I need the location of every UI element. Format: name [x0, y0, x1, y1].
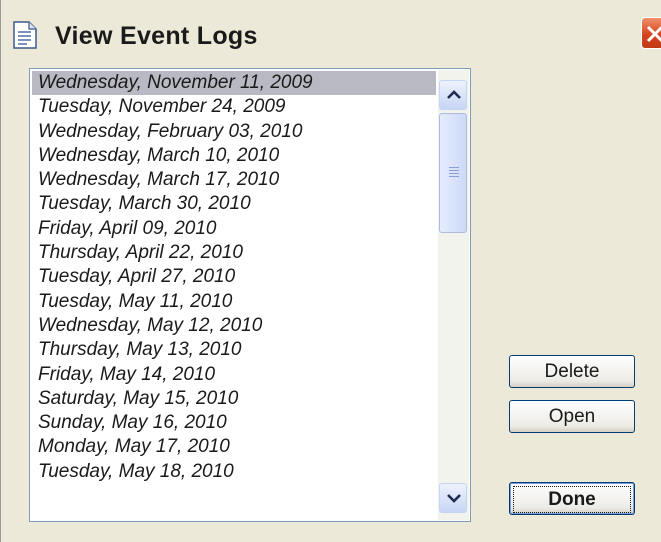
list-item[interactable]: Friday, May 14, 2010 [32, 363, 436, 387]
list-item[interactable]: Wednesday, November 11, 2009 [32, 71, 436, 96]
list-item[interactable]: Wednesday, February 03, 2010 [32, 120, 436, 144]
list-item[interactable]: Friday, April 09, 2010 [32, 217, 436, 241]
list-item[interactable]: Thursday, April 22, 2010 [32, 241, 436, 265]
close-x-icon [646, 25, 661, 43]
scroll-down-button[interactable] [439, 483, 467, 513]
close-button[interactable] [641, 17, 661, 49]
done-button[interactable]: Done [509, 482, 635, 515]
list-item[interactable]: Thursday, May 13, 2010 [32, 338, 436, 362]
delete-button[interactable]: Delete [509, 355, 635, 388]
open-button[interactable]: Open [509, 400, 635, 433]
list-item[interactable]: Monday, May 17, 2010 [32, 435, 436, 459]
scroll-grip-icon [449, 167, 459, 179]
chevron-up-icon [447, 90, 461, 99]
event-log-items: Wednesday, November 11, 2009 Tuesday, Nov… [32, 71, 436, 484]
list-item[interactable]: Wednesday, March 17, 2010 [32, 168, 436, 192]
vertical-scrollbar[interactable] [438, 70, 469, 520]
list-item[interactable]: Wednesday, March 10, 2010 [32, 144, 436, 168]
event-logs-window: View Event Logs Wednesday, November 11, … [0, 0, 661, 542]
list-item[interactable]: Tuesday, May 18, 2010 [32, 460, 436, 484]
list-item[interactable]: Tuesday, May 11, 2010 [32, 290, 436, 314]
window-title: View Event Logs [55, 22, 258, 50]
document-icon [13, 21, 37, 49]
list-item[interactable]: Tuesday, March 30, 2010 [32, 192, 436, 216]
event-log-list[interactable]: Wednesday, November 11, 2009 Tuesday, Nov… [29, 68, 471, 522]
done-button-label: Done [513, 486, 631, 513]
list-item[interactable]: Tuesday, November 24, 2009 [32, 95, 436, 119]
scroll-up-button[interactable] [439, 80, 467, 110]
title-bar[interactable]: View Event Logs [1, 0, 661, 50]
list-item[interactable]: Wednesday, May 12, 2010 [32, 314, 436, 338]
list-item[interactable]: Sunday, May 16, 2010 [32, 411, 436, 435]
chevron-down-icon [447, 494, 461, 503]
list-item[interactable]: Tuesday, April 27, 2010 [32, 265, 436, 289]
list-item[interactable]: Saturday, May 15, 2010 [32, 387, 436, 411]
scroll-thumb[interactable] [439, 113, 467, 233]
